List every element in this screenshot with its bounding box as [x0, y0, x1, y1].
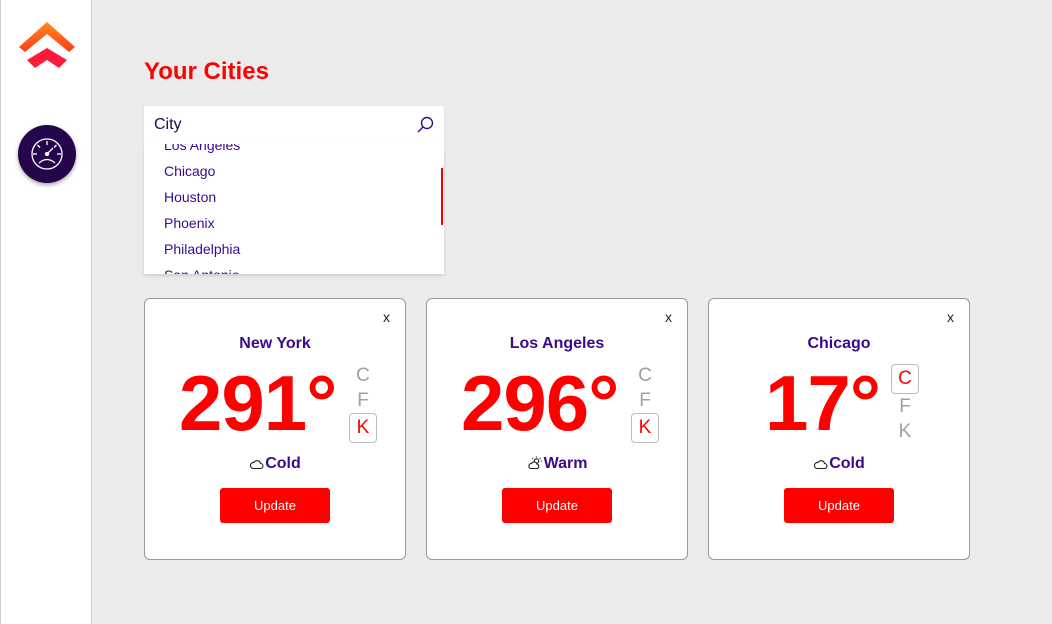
- condition-label: Cold: [265, 455, 301, 472]
- search-icon[interactable]: [416, 116, 434, 134]
- unit-c-button[interactable]: C: [891, 364, 919, 394]
- close-card-button[interactable]: x: [383, 309, 390, 325]
- weather-condition: Cold: [145, 455, 405, 473]
- city-name: New York: [239, 335, 311, 352]
- city-card: x Los Angeles 296° C F K Warm Update: [426, 298, 688, 560]
- sidebar: [0, 0, 92, 624]
- weather-condition: Warm: [427, 455, 687, 473]
- dropdown-option[interactable]: Los Angeles: [144, 144, 442, 158]
- city-dropdown: Los Angeles Chicago Houston Phoenix Phil…: [144, 144, 444, 274]
- city-card: x New York 291° C F K Cold Update: [144, 298, 406, 560]
- unit-c-button[interactable]: C: [631, 363, 659, 388]
- dropdown-option[interactable]: Philadelphia: [144, 236, 442, 262]
- dropdown-option[interactable]: Houston: [144, 184, 442, 210]
- unit-k-button[interactable]: K: [349, 413, 377, 443]
- condition-label: Warm: [543, 455, 588, 472]
- cloud-icon: [250, 460, 264, 470]
- close-card-button[interactable]: x: [665, 309, 672, 325]
- cloud-icon: [814, 460, 828, 470]
- speedometer-icon: [31, 138, 63, 170]
- dropdown-option[interactable]: Chicago: [144, 158, 442, 184]
- app-logo[interactable]: [18, 20, 78, 74]
- city-search-input[interactable]: [154, 116, 409, 134]
- unit-c-button[interactable]: C: [349, 363, 377, 388]
- unit-selector: C F K: [631, 363, 659, 443]
- dashboard-button[interactable]: [18, 125, 76, 183]
- city-name: Chicago: [807, 335, 871, 352]
- city-card: x Chicago 17° C F K Cold Update: [708, 298, 970, 560]
- dropdown-option[interactable]: San Antonio: [144, 262, 442, 274]
- unit-selector: C F K: [891, 364, 919, 444]
- dropdown-scrollbar[interactable]: [441, 168, 443, 225]
- temperature-value: 296°: [461, 359, 619, 447]
- page-title: Your Cities: [144, 58, 269, 85]
- update-button[interactable]: Update: [784, 488, 894, 523]
- unit-k-button[interactable]: K: [631, 413, 659, 443]
- unit-f-button[interactable]: F: [891, 394, 919, 419]
- unit-k-button[interactable]: K: [891, 419, 919, 444]
- city-name: Los Angeles: [509, 335, 605, 352]
- temperature-value: 291°: [179, 359, 337, 447]
- search-box: [144, 106, 444, 144]
- weather-condition: Cold: [709, 455, 969, 473]
- update-button[interactable]: Update: [220, 488, 330, 523]
- temperature-value: 17°: [765, 359, 881, 447]
- close-card-button[interactable]: x: [947, 309, 954, 325]
- unit-f-button[interactable]: F: [349, 388, 377, 413]
- dropdown-option[interactable]: Phoenix: [144, 210, 442, 236]
- update-button[interactable]: Update: [502, 488, 612, 523]
- condition-label: Cold: [829, 455, 865, 472]
- unit-selector: C F K: [349, 363, 377, 443]
- partly-sunny-icon: [527, 456, 542, 470]
- unit-f-button[interactable]: F: [631, 388, 659, 413]
